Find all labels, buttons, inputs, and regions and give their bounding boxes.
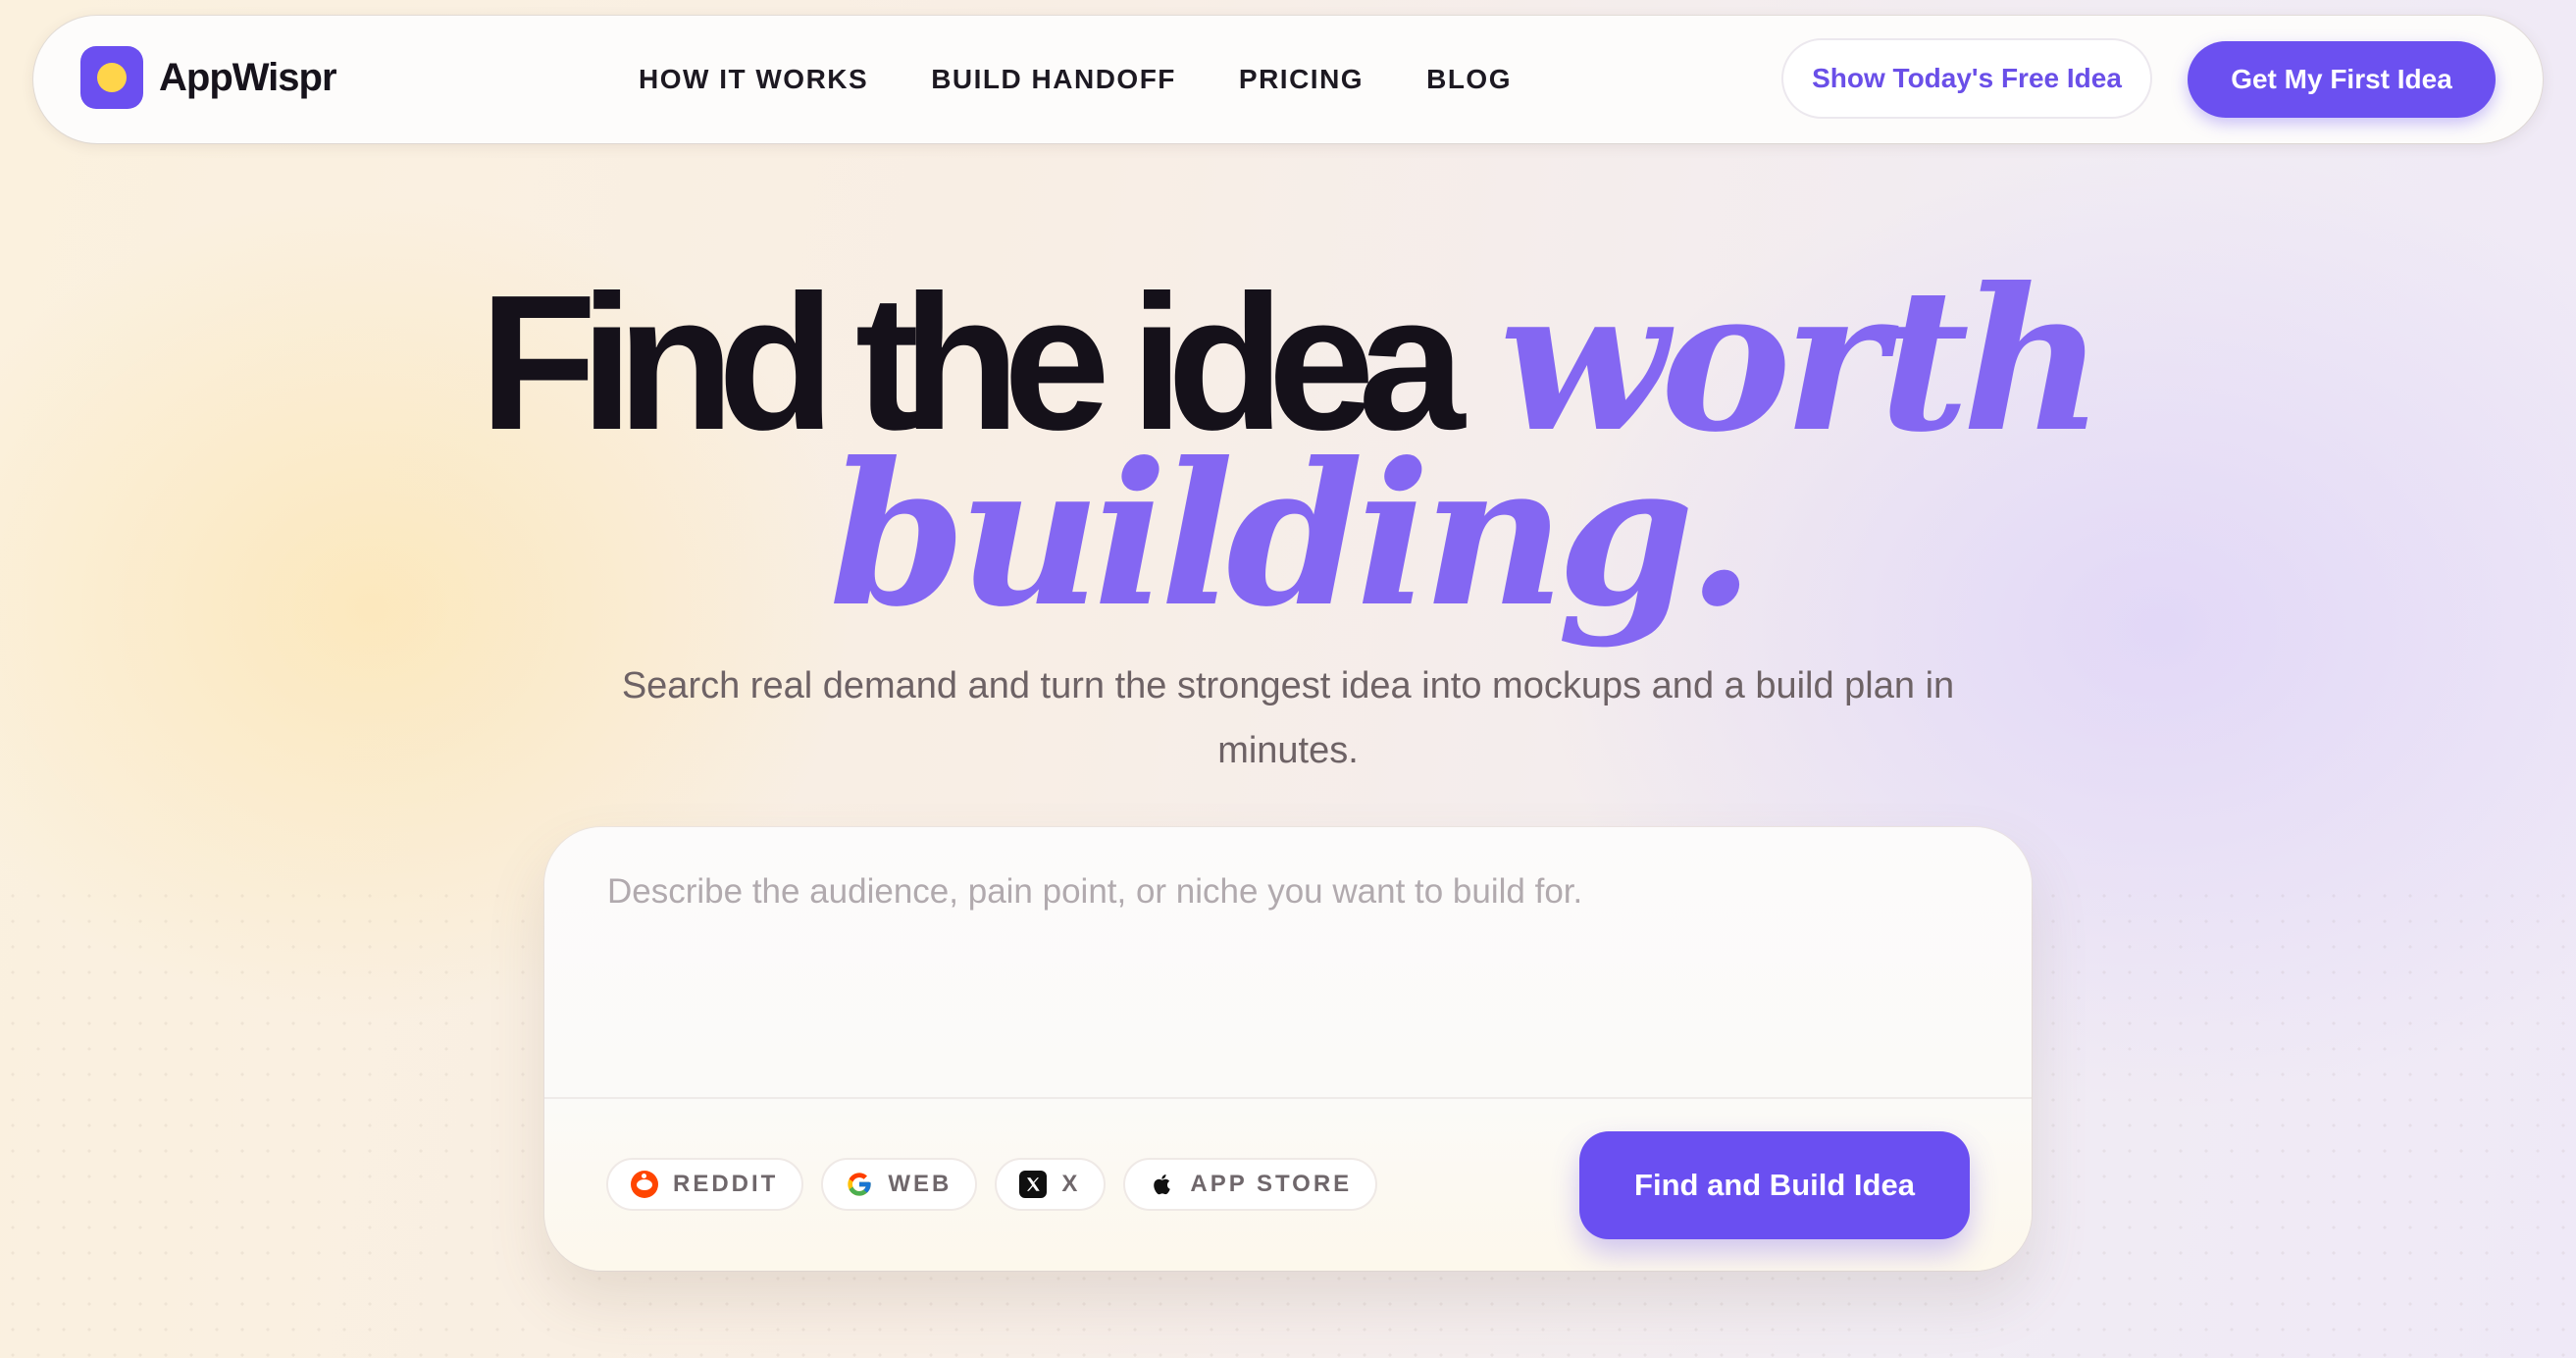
source-chip-label: WEB [888,1171,953,1197]
nav-link-build-handoff[interactable]: BUILD HANDOFF [931,64,1176,95]
source-chip-app-store[interactable]: APP STORE [1123,1158,1378,1211]
google-icon [845,1170,874,1199]
app-logo-icon [80,46,143,109]
nav-link-blog[interactable]: BLOG [1426,64,1512,95]
brand-name: AppWispr [159,55,337,99]
logo-dot [97,63,127,92]
apple-icon [1147,1170,1176,1199]
nav-link-how-it-works[interactable]: HOW IT WORKS [639,64,868,95]
brand-logo[interactable]: AppWispr [80,46,337,109]
find-and-build-button[interactable]: Find and Build Idea [1579,1131,1970,1239]
source-chip-reddit[interactable]: REDDIT [606,1158,804,1211]
source-chip-web[interactable]: WEB [821,1158,978,1211]
nav-link-pricing[interactable]: PRICING [1239,64,1364,95]
reddit-icon [630,1170,659,1199]
headline-accent-word-2: building. [829,420,1755,651]
source-chip-label: REDDIT [673,1171,779,1197]
get-first-idea-button[interactable]: Get My First Idea [2188,41,2496,118]
x-icon [1018,1170,1048,1199]
card-divider [544,1097,2032,1099]
source-chip-label: X [1061,1171,1081,1197]
idea-search-card: REDDIT WEB X [544,827,2032,1271]
top-navigation-bar: AppWispr HOW IT WORKS BUILD HANDOFF PRIC… [33,16,2543,143]
source-chips: REDDIT WEB X APP STORE [606,1158,1395,1211]
nav-links: HOW IT WORKS BUILD HANDOFF PRICING BLOG [639,16,1574,143]
hero-subtitle: Search real demand and turn the stronges… [621,665,1955,771]
idea-search-input[interactable] [605,870,1973,1051]
source-chip-x[interactable]: X [995,1158,1107,1211]
show-free-idea-button[interactable]: Show Today's Free Idea [1781,38,2152,119]
source-chip-label: APP STORE [1190,1171,1353,1197]
